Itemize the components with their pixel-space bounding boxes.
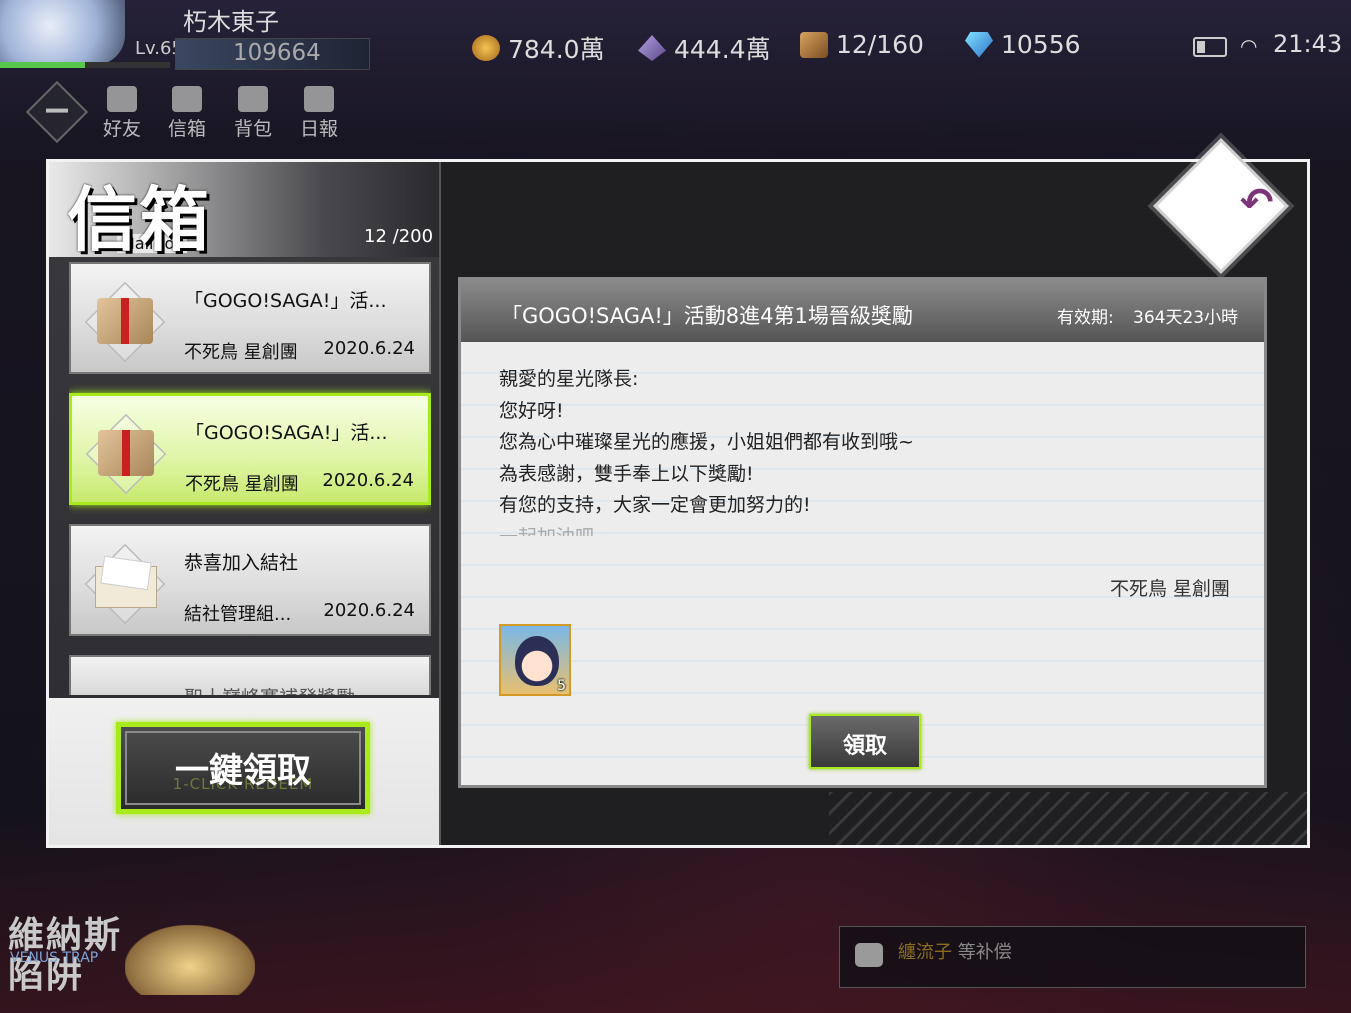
- battery-icon: [1193, 37, 1227, 57]
- nav-backpack[interactable]: 背包: [228, 86, 278, 141]
- claim-all-label: 一鍵領取: [175, 751, 311, 791]
- event-english-name: VENUS TRAP: [10, 950, 99, 966]
- resource-value: 784.0萬: [508, 35, 605, 64]
- mail-detail-title: 「GOGO!SAGA!」活動8進4第1場晉級獎勵: [501, 304, 913, 328]
- body-line: 一起加油吧~: [499, 522, 1229, 536]
- player-power: 109664: [233, 40, 321, 66]
- envelope-icon: [95, 566, 157, 608]
- backpack-icon: [238, 86, 268, 112]
- xp-bar-track: [85, 62, 170, 68]
- decorative-hatch: [829, 792, 1309, 847]
- event-name-line1: 維納斯: [8, 914, 123, 956]
- mail-detail: 「GOGO!SAGA!」活動8進4第1場晉級獎勵 有效期: 364天23小時 親…: [458, 277, 1267, 788]
- reward-item[interactable]: 5: [499, 624, 571, 696]
- mail-title: 「GOGO!SAGA!」活...: [184, 290, 387, 312]
- nav-label: 好友: [102, 118, 141, 140]
- mail-sender: 結社管理組...: [184, 604, 292, 625]
- resource-box[interactable]: 12/160: [800, 30, 924, 59]
- mail-body: 親愛的星光隊長: 您好呀! 您為心中璀璨星光的應援，小姐姐們都有收到哦~ 為表感…: [499, 364, 1229, 536]
- claim-all-button[interactable]: 1-CLICK REDEEM 一鍵領取: [116, 722, 370, 814]
- mail-item-selected[interactable]: 「GOGO!SAGA!」活... 不死鳥 星創團 2020.6.24: [69, 393, 431, 505]
- treasure-box-icon: [800, 31, 828, 58]
- resource-value: 10556: [1001, 30, 1081, 59]
- return-arrow-icon: ↶: [1240, 180, 1274, 226]
- resource-diamond[interactable]: 10556: [965, 30, 1081, 59]
- friends-icon: [107, 86, 137, 112]
- player-avatar[interactable]: [0, 0, 125, 65]
- claim-button[interactable]: 領取: [809, 714, 921, 769]
- mail-list-column: MailBox 信箱 12 /200 「GOGO!SAGA!」活... 不死鳥 …: [49, 162, 441, 845]
- mail-item[interactable]: 恭喜加入結社 結社管理組... 2020.6.24: [69, 524, 431, 636]
- body-line: 有您的支持，大家一定會更加努力的!: [499, 494, 811, 516]
- top-status-bar: 朽木東子 Lv.65 109664 784.0萬 444.4萬 12/160 1…: [0, 0, 1351, 80]
- nav-label: 日報: [299, 118, 338, 140]
- mail-title: 「GOGO!SAGA!」活...: [185, 422, 388, 444]
- mail-sender: 不死鳥 星創團: [185, 474, 299, 495]
- mail-title: 恭喜加入結社: [184, 552, 299, 574]
- mail-item[interactable]: 聖十巔峰賽補發獎勵: [69, 655, 431, 695]
- chat-bubble-icon: [855, 943, 883, 967]
- chat-sender: 纏流子: [898, 942, 952, 963]
- mail-date: 2020.6.24: [323, 600, 415, 621]
- mail-date: 2020.6.24: [323, 338, 415, 359]
- wifi-icon: ◠: [1240, 34, 1258, 58]
- body-line: 您為心中璀璨星光的應援，小姐姐們都有收到哦~: [499, 431, 914, 453]
- chat-text: 等补偿: [957, 942, 1012, 963]
- mailbox-title: 信箱: [67, 178, 211, 261]
- mail-list[interactable]: 「GOGO!SAGA!」活... 不死鳥 星創團 2020.6.24 「GOGO…: [69, 262, 431, 695]
- resource-value: 444.4萬: [674, 35, 771, 64]
- mail-count: 12 /200: [364, 226, 434, 247]
- mail-title: 聖十巔峰賽補發獎勵: [184, 683, 355, 695]
- resource-value: 12/160: [836, 30, 924, 59]
- expire-value: 364天23小時: [1133, 308, 1239, 328]
- nav-daily-report[interactable]: 日報: [294, 86, 344, 141]
- nav-friends[interactable]: 好友: [97, 86, 147, 141]
- gift-package-icon: [97, 298, 153, 344]
- clock: 21:43: [1273, 30, 1343, 58]
- minus-icon: [46, 108, 68, 113]
- expire-label: 有效期:: [1057, 308, 1114, 328]
- mail-item[interactable]: 「GOGO!SAGA!」活... 不死鳥 星創團 2020.6.24: [69, 262, 431, 374]
- resource-crystal[interactable]: 444.4萬: [638, 30, 771, 66]
- character-portrait-icon: [515, 636, 559, 686]
- treasure-chest-image: [125, 925, 255, 995]
- body-line: 為表感謝，雙手奉上以下獎勵!: [499, 462, 754, 485]
- mail-icon: [172, 86, 202, 112]
- player-name: 朽木東子: [183, 8, 279, 36]
- nav-label: 背包: [233, 118, 272, 140]
- diamond-icon: [965, 31, 993, 58]
- chat-bar[interactable]: 纏流子 等补偿: [839, 926, 1306, 988]
- gift-package-icon: [98, 430, 154, 476]
- nav-label: 信箱: [167, 118, 206, 140]
- mail-detail-header: 「GOGO!SAGA!」活動8進4第1場晉級獎勵 有效期: 364天23小時: [461, 280, 1264, 342]
- xp-bar-fill: [0, 62, 85, 68]
- mail-body-paper: 親愛的星光隊長: 您好呀! 您為心中璀璨星光的應援，小姐姐們都有收到哦~ 為表感…: [461, 342, 1264, 785]
- body-line: 親愛的星光隊長:: [499, 368, 639, 390]
- nav-mail[interactable]: 信箱: [162, 86, 212, 141]
- claim-label: 領取: [842, 734, 887, 759]
- resource-gold[interactable]: 784.0萬: [472, 30, 605, 66]
- mail-sender: 不死鳥 星創團: [184, 342, 298, 363]
- mail-date: 2020.6.24: [322, 470, 414, 491]
- mail-signer: 不死鳥 星創團: [1109, 578, 1230, 600]
- daily-report-icon: [304, 86, 334, 112]
- crystal-icon: [638, 35, 666, 61]
- reward-quantity: 5: [557, 678, 566, 694]
- gold-coin-icon: [472, 35, 500, 61]
- body-line: 您好呀!: [499, 399, 564, 422]
- chat-message: 纏流子 等补偿: [898, 938, 1012, 964]
